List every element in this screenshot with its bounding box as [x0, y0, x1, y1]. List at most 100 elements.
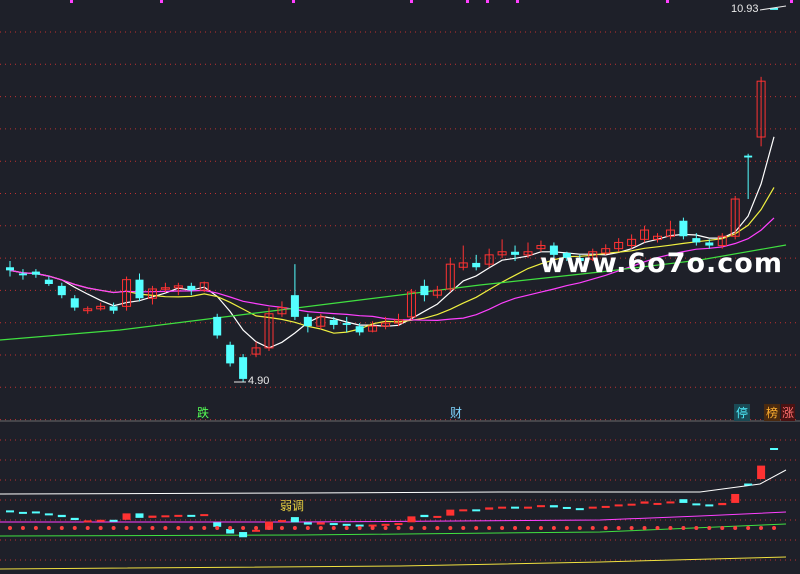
- sub-marker: [629, 526, 634, 530]
- sub-marker: [383, 526, 388, 530]
- sub-green-line: [0, 523, 787, 537]
- top-marker: [516, 0, 519, 3]
- candle-down: [239, 357, 248, 379]
- ma5-line: [9, 136, 775, 349]
- top-marker: [160, 0, 163, 3]
- sub-marker: [305, 526, 310, 530]
- sub-marker: [564, 526, 569, 530]
- candle-down: [135, 279, 144, 299]
- sub-marker: [176, 526, 181, 530]
- sub-marker: [111, 526, 116, 530]
- sub-candle: [290, 517, 299, 523]
- annotation-ting[interactable]: 停: [734, 404, 751, 421]
- sub-yellow-line: [0, 556, 787, 570]
- candle-down: [303, 316, 312, 327]
- sub-marker: [20, 526, 25, 530]
- candle-down: [44, 279, 53, 285]
- sub-candle: [200, 514, 209, 517]
- sub-candle: [420, 514, 429, 518]
- sub-candle: [536, 505, 545, 508]
- low-price-label: 4.90: [248, 375, 270, 387]
- high-price-label: 10.93: [731, 3, 759, 15]
- sub-marker: [772, 526, 777, 530]
- sub-candle: [316, 522, 325, 525]
- sub-candle: [18, 511, 27, 514]
- sub-marker: [668, 526, 673, 530]
- sub-candle: [705, 504, 714, 507]
- sub-marker: [526, 526, 530, 530]
- sub-candle: [342, 523, 351, 526]
- sub-marker: [137, 526, 142, 530]
- annotation-zhang[interactable]: 涨: [781, 404, 796, 421]
- candle-down: [692, 238, 701, 243]
- sub-marker: [59, 526, 64, 530]
- sub-marker: [655, 526, 660, 530]
- sub-marker: [694, 526, 699, 530]
- candle-down: [511, 251, 520, 255]
- sub-candle: [757, 465, 766, 480]
- sub-candle: [549, 505, 558, 508]
- top-marker: [486, 0, 489, 3]
- sub-marker: [33, 526, 38, 530]
- candle-down: [57, 285, 66, 296]
- sub-marker: [241, 526, 246, 530]
- sub-candle: [692, 503, 701, 506]
- sub-candle: [329, 523, 338, 526]
- sub-marker: [409, 526, 414, 530]
- annotation-die[interactable]: 跌: [197, 404, 209, 421]
- sub-marker: [681, 526, 686, 530]
- sub-candle: [381, 523, 390, 526]
- sub-marker: [189, 526, 194, 530]
- sub-marker: [124, 526, 129, 530]
- candle-down: [70, 298, 79, 308]
- sub-marker: [461, 526, 466, 530]
- candle-down: [705, 242, 714, 246]
- top-marker: [410, 0, 413, 3]
- sub-marker: [292, 526, 297, 530]
- sub-marker: [228, 526, 233, 530]
- watermark: www.6o7o.com: [540, 248, 783, 279]
- sub-marker: [590, 526, 595, 530]
- candle-down: [329, 319, 338, 325]
- sub-candle: [653, 502, 662, 505]
- sub-candle: [498, 506, 507, 509]
- sub-candle: [148, 515, 157, 518]
- candle-down: [31, 271, 40, 275]
- sub-candle: [70, 517, 79, 521]
- sub-white-line: [0, 469, 787, 495]
- sub-candle: [614, 504, 623, 507]
- candle-down: [342, 323, 351, 325]
- sub-candle: [562, 506, 571, 509]
- candle-down: [420, 285, 429, 296]
- sub-candle: [627, 503, 636, 506]
- sub-candle: [459, 509, 468, 512]
- sub-marker: [448, 526, 453, 530]
- sub-marker: [331, 526, 336, 530]
- sub-marker: [707, 526, 712, 530]
- annotation-cai[interactable]: 财: [450, 404, 462, 421]
- sub-marker: [8, 526, 12, 530]
- annotation-bang[interactable]: 榜: [764, 404, 781, 421]
- sub-marker: [577, 526, 582, 530]
- candle-down: [226, 344, 235, 364]
- candle-down: [213, 316, 222, 336]
- sub-marker: [538, 526, 543, 530]
- sub-candle: [44, 513, 53, 516]
- sub-candle: [252, 529, 261, 532]
- sub-marker: [357, 526, 362, 530]
- sub-candle: [57, 514, 66, 518]
- sub-candle: [640, 501, 649, 504]
- candle-down: [290, 295, 299, 317]
- sub-marker: [46, 526, 51, 530]
- sub-candle: [394, 523, 403, 526]
- sub-candle: [770, 448, 779, 450]
- candle-down: [187, 285, 196, 291]
- sub-candle: [524, 506, 532, 509]
- sub-candle: [666, 501, 675, 504]
- sub-candle: [601, 505, 610, 508]
- sub-marker: [163, 526, 168, 530]
- sub-marker: [279, 526, 284, 530]
- sub-marker: [202, 526, 207, 530]
- candle-down: [355, 326, 364, 333]
- top-marker: [466, 0, 469, 3]
